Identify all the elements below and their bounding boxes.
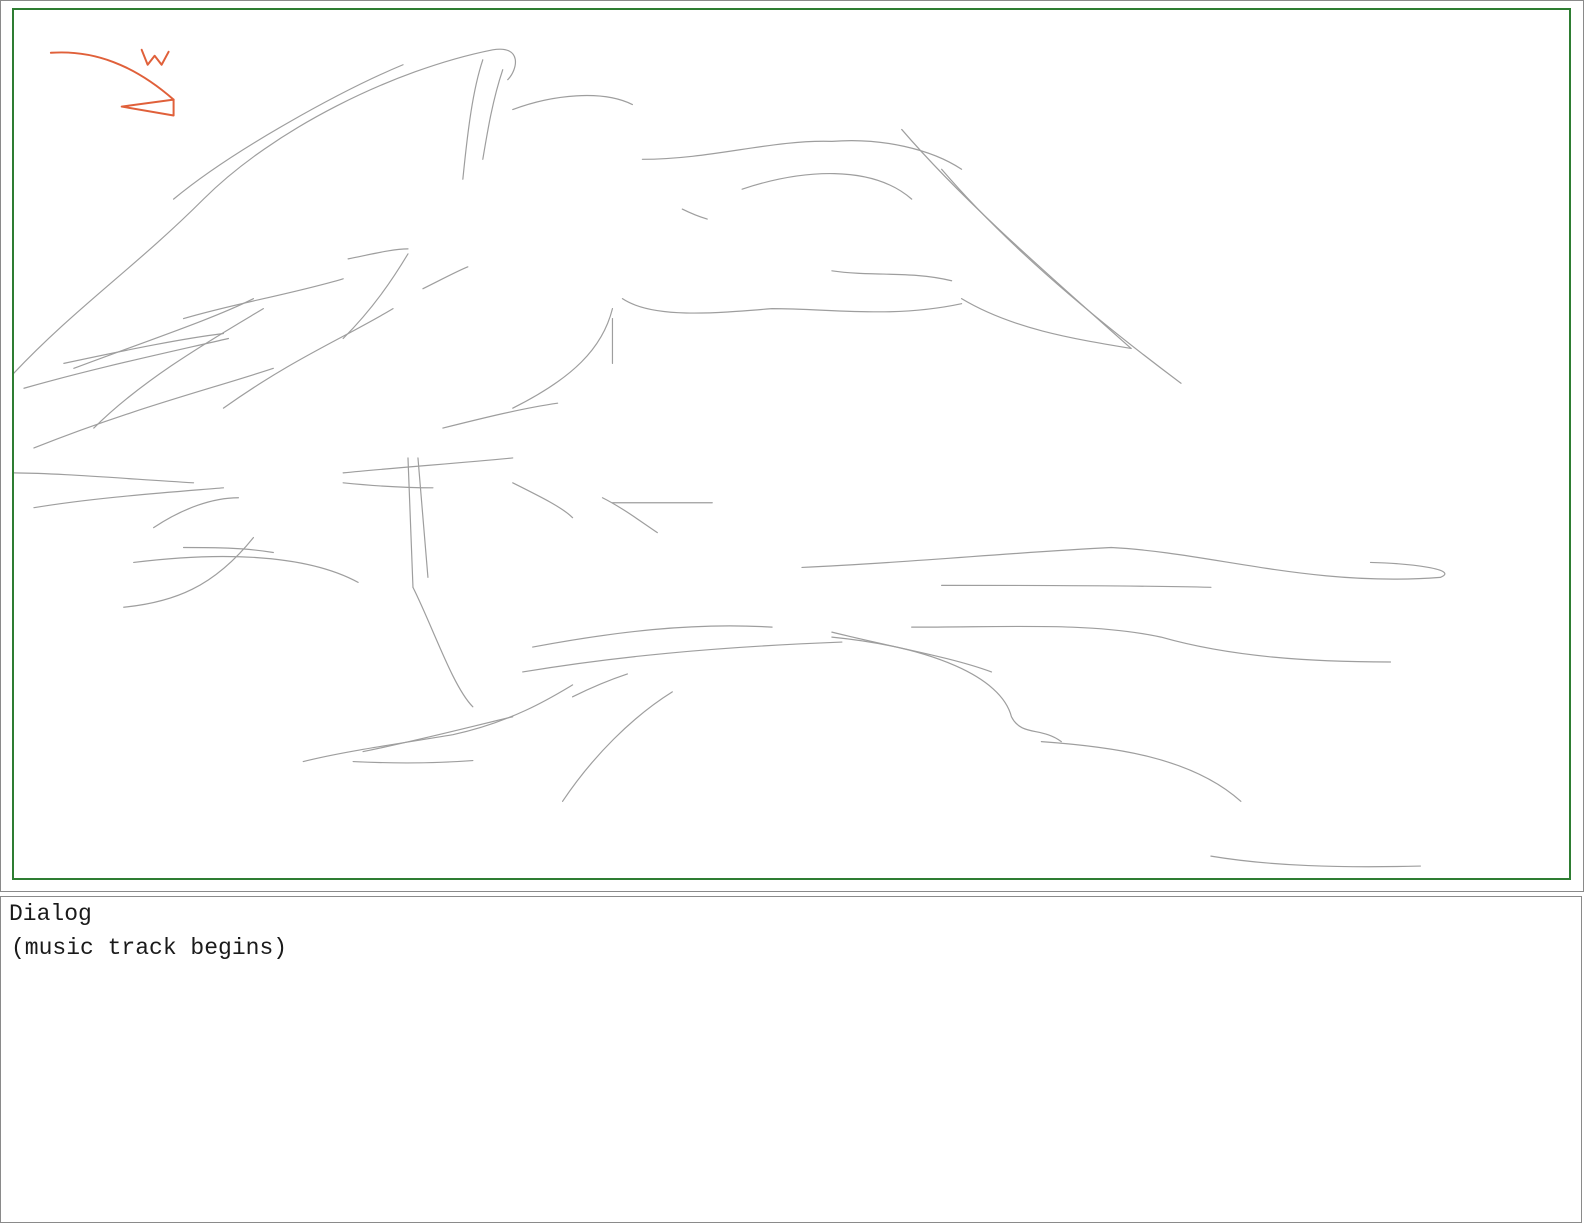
dialog-panel: Dialog (music track begins) bbox=[0, 896, 1582, 1223]
storyboard-panel bbox=[0, 0, 1584, 892]
dialog-heading: Dialog bbox=[9, 901, 92, 927]
dialog-text: (music track begins) bbox=[11, 935, 288, 961]
sketch-canvas bbox=[12, 8, 1571, 880]
pencil-sketch bbox=[14, 48, 1446, 868]
bird-sketch bbox=[14, 48, 1446, 868]
direction-arrow-icon bbox=[49, 48, 175, 117]
